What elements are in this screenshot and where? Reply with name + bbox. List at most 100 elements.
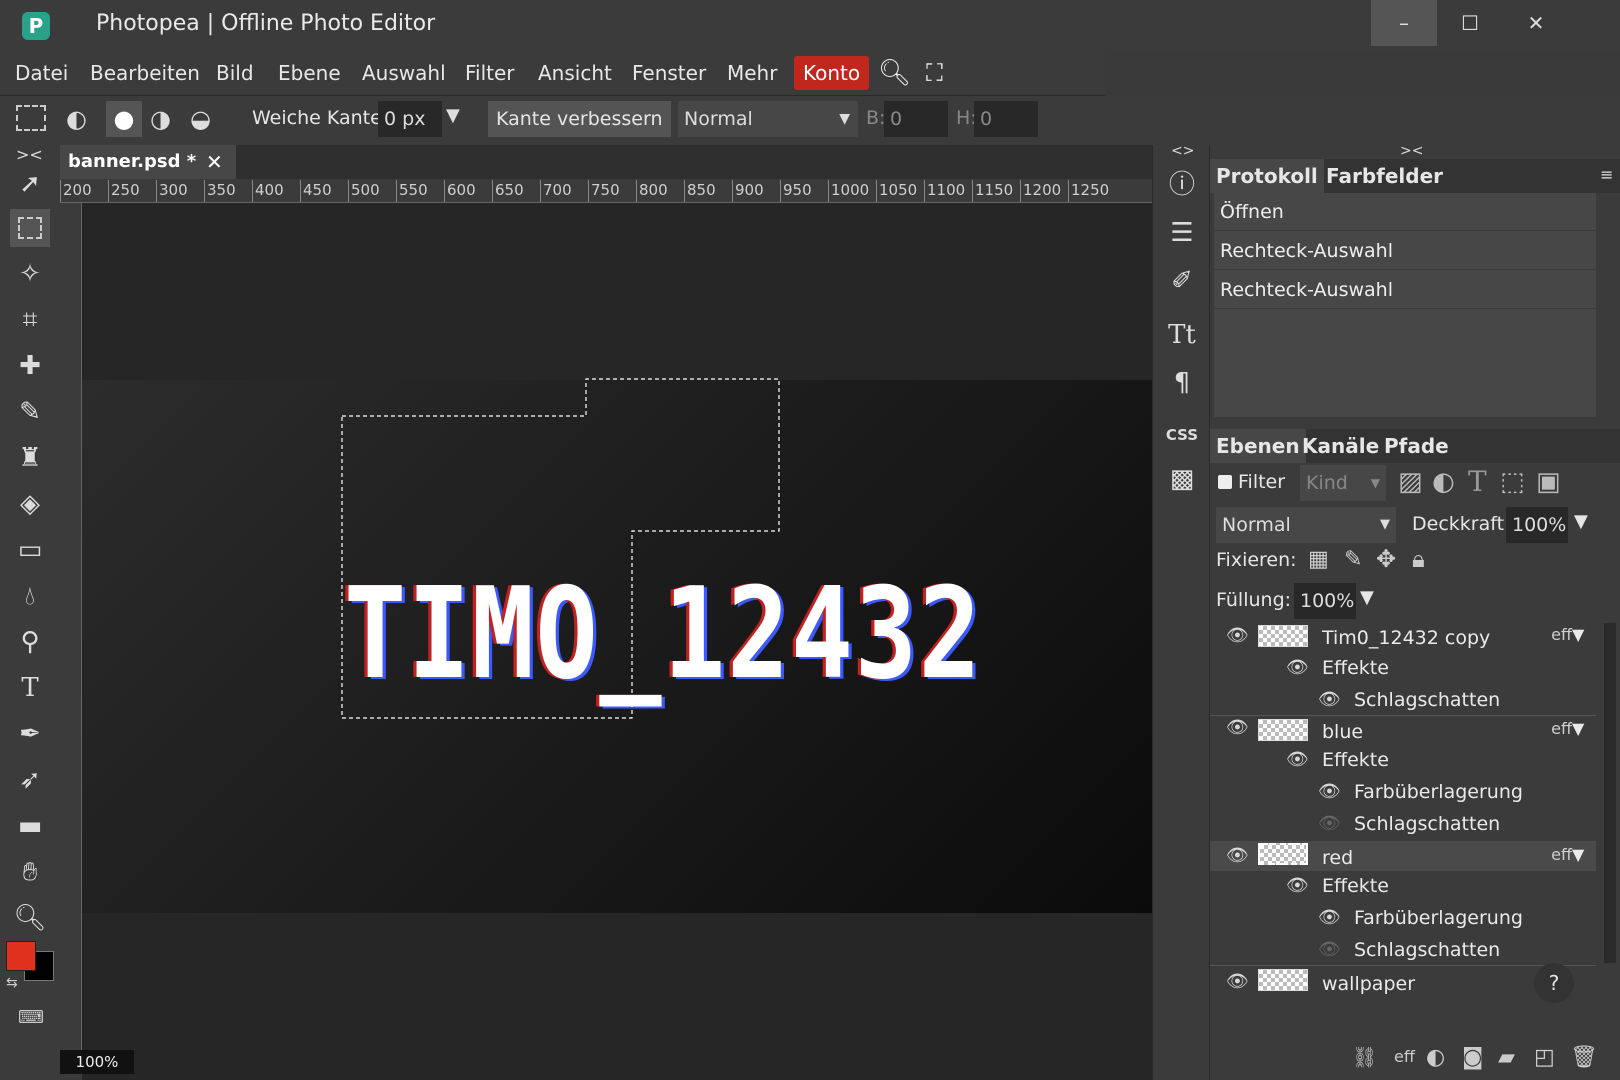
effect-item[interactable]: Schlagschatten [1354, 813, 1500, 835]
effects-badge[interactable]: eff [1551, 719, 1572, 738]
healing-tool-icon[interactable]: ✚ [10, 347, 50, 385]
maximize-button[interactable]: ☐ [1437, 0, 1503, 46]
effect-item[interactable]: Schlagschatten [1354, 939, 1500, 961]
effects-badge[interactable]: eff [1551, 625, 1572, 644]
menu-bild[interactable]: Bild [216, 56, 254, 90]
history-item[interactable]: Rechteck-Auswahl [1214, 271, 1596, 309]
visibility-eye-icon[interactable]: 👁︎ [1226, 971, 1249, 992]
menu-bearbeiten[interactable]: Bearbeiten [90, 56, 200, 90]
move-tool-icon[interactable]: ➚ [10, 165, 50, 203]
eraser-tool-icon[interactable]: ◈ [10, 485, 50, 523]
shape-tool-icon[interactable]: ▬ [10, 807, 50, 845]
effects-badge[interactable]: eff [1551, 845, 1572, 864]
add-selection-icon[interactable]: ● [106, 101, 142, 137]
feather-dropdown-icon[interactable]: ▼ [446, 105, 460, 126]
zoom-tool-icon[interactable]: 🔍︎ [10, 899, 50, 937]
lock-pixels-icon[interactable]: ✎ [1344, 547, 1362, 572]
feather-input[interactable]: 0 px [378, 101, 442, 137]
close-window-button[interactable]: ✕ [1503, 0, 1569, 46]
visibility-eye-icon[interactable]: 👁︎ [1318, 939, 1341, 960]
expand-effects-icon[interactable]: ▼ [1572, 845, 1584, 864]
tab-layers[interactable]: Ebenen [1210, 429, 1306, 463]
dodge-tool-icon[interactable]: ⚲ [10, 623, 50, 661]
menu-fenster[interactable]: Fenster [632, 56, 706, 90]
help-button[interactable]: ? [1534, 963, 1574, 1003]
layer-row[interactable]: 👁︎ Tim0_12432 copy eff ▼ [1210, 623, 1596, 653]
magic-wand-tool-icon[interactable]: ✧ [10, 255, 50, 293]
lock-position-icon[interactable]: ✥ [1376, 545, 1396, 573]
character-icon[interactable]: Tt [1153, 315, 1211, 355]
image-icon[interactable]: ▩ [1153, 459, 1211, 499]
fullscreen-icon[interactable]: ⛶ [926, 56, 943, 90]
visibility-eye-icon[interactable]: 👁︎ [1318, 689, 1341, 710]
foreground-color-swatch[interactable] [6, 941, 36, 971]
document-tab[interactable]: banner.psd * ✕ [60, 145, 236, 179]
lock-transparency-icon[interactable]: ▦ [1308, 547, 1329, 572]
crop-tool-icon[interactable]: ⌗ [10, 301, 50, 339]
keyboard-icon[interactable]: ⌨ [18, 1007, 44, 1028]
visibility-eye-icon[interactable]: 👁︎ [1286, 749, 1309, 770]
tab-history[interactable]: Protokoll [1210, 159, 1324, 193]
filter-adjustment-icon[interactable]: ◐ [1432, 467, 1455, 497]
visibility-eye-icon[interactable]: 👁︎ [1318, 907, 1341, 928]
swap-colors-icon[interactable]: ⇆ [6, 975, 18, 991]
effect-item[interactable]: Farbüberlagerung [1354, 781, 1523, 803]
tab-channels[interactable]: Kanäle [1296, 429, 1385, 463]
menu-ebene[interactable]: Ebene [278, 56, 341, 90]
marquee-tool-icon[interactable] [16, 105, 46, 131]
visibility-eye-icon[interactable]: 👁︎ [1226, 717, 1249, 738]
search-icon[interactable]: 🔍︎ [878, 56, 911, 90]
new-layer-icon[interactable]: ◰ [1534, 1045, 1555, 1070]
filter-checkbox[interactable] [1218, 475, 1232, 489]
paragraph-icon[interactable]: ¶ [1153, 363, 1211, 403]
menu-ansicht[interactable]: Ansicht [538, 56, 612, 90]
new-folder-icon[interactable]: ▰ [1498, 1045, 1515, 1070]
css-icon[interactable]: CSS [1153, 415, 1211, 455]
stamp-tool-icon[interactable]: ♜ [10, 439, 50, 477]
menu-datei[interactable]: Datei [15, 56, 68, 90]
expand-effects-icon[interactable]: ▼ [1572, 625, 1584, 644]
collapse-toolbar-icon[interactable]: >< [16, 145, 43, 164]
zoom-level[interactable]: 100% [60, 1050, 134, 1074]
menu-filter[interactable]: Filter [465, 56, 515, 90]
expand-effects-icon[interactable]: ▼ [1572, 719, 1584, 738]
filter-type-icon[interactable]: T [1468, 465, 1487, 498]
effect-item[interactable]: Schlagschatten [1354, 689, 1500, 711]
effects-label[interactable]: Effekte [1322, 657, 1389, 679]
fill-input[interactable]: 100% [1294, 583, 1356, 619]
effects-label[interactable]: Effekte [1322, 875, 1389, 897]
filter-shape-icon[interactable]: ⬚ [1500, 467, 1525, 497]
intersect-selection-icon[interactable]: ◒ [190, 105, 211, 133]
brush-tool-icon[interactable]: ✎ [10, 393, 50, 431]
kind-select[interactable]: Kind ▼ [1300, 465, 1386, 501]
expand-panels-icon[interactable]: <> [1171, 143, 1194, 159]
delete-layer-icon[interactable]: 🗑︎ [1570, 1045, 1598, 1070]
close-tab-icon[interactable]: ✕ [206, 145, 223, 179]
visibility-eye-icon[interactable]: 👁︎ [1318, 781, 1341, 802]
menu-mehr[interactable]: Mehr [727, 56, 777, 90]
fill-dropdown-icon[interactable]: ▼ [1360, 587, 1374, 608]
effect-item[interactable]: Farbüberlagerung [1354, 907, 1523, 929]
info-icon[interactable]: ⓘ [1153, 165, 1211, 205]
hand-tool-icon[interactable]: ✋︎ [10, 853, 50, 891]
refine-edge-button[interactable]: Kante verbessern [488, 101, 671, 137]
path-select-tool-icon[interactable]: ➶ [10, 761, 50, 799]
selection-mode-select[interactable]: Normal ▼ [678, 101, 858, 137]
adjustment-layer-icon[interactable]: ◐ [1426, 1045, 1445, 1070]
opacity-input[interactable]: 100% [1506, 507, 1568, 543]
height-input[interactable]: 0 [974, 101, 1038, 137]
history-item[interactable]: Öffnen [1214, 193, 1596, 231]
effects-label[interactable]: Effekte [1322, 749, 1389, 771]
add-effect-button[interactable]: eff [1394, 1047, 1415, 1066]
text-tool-icon[interactable]: T [10, 669, 50, 707]
layer-row[interactable]: 👁︎ blue eff ▼ [1210, 717, 1596, 747]
new-selection-icon[interactable]: ◐ [66, 105, 87, 133]
subtract-selection-icon[interactable]: ◑ [150, 105, 171, 133]
konto-button[interactable]: Konto [794, 56, 870, 90]
history-item[interactable]: Rechteck-Auswahl [1214, 232, 1596, 270]
panel-menu-icon[interactable]: ≡ [1600, 165, 1613, 184]
width-input[interactable]: 0 [884, 101, 948, 137]
rect-select-tool-icon[interactable] [10, 209, 50, 247]
minimize-button[interactable]: – [1371, 0, 1437, 46]
menu-auswahl[interactable]: Auswahl [362, 56, 446, 90]
